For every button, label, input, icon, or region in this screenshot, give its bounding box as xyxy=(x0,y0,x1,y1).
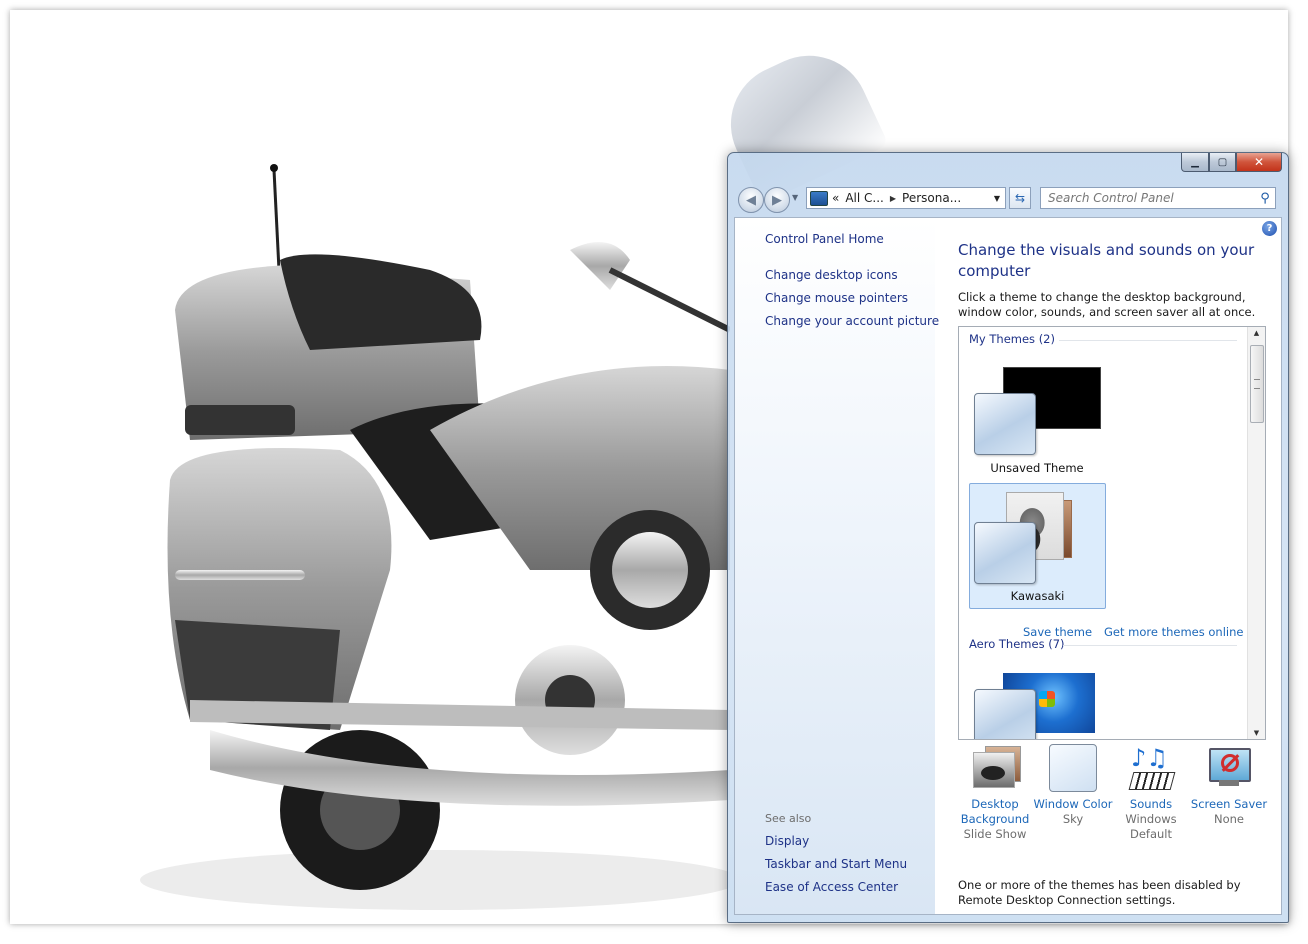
address-prefix: « xyxy=(832,191,840,205)
task-pane: Control Panel Home Change desktop icons … xyxy=(735,218,939,914)
window-color-icon xyxy=(1049,744,1097,792)
close-icon: ✕ xyxy=(1253,155,1265,169)
desktop-background-tile[interactable]: Desktop Background Slide Show xyxy=(955,744,1035,842)
back-arrow-icon: ◀ xyxy=(746,192,756,208)
get-more-themes-link[interactable]: Get more themes online xyxy=(1104,625,1243,639)
window-color-label: Window Color xyxy=(1033,797,1113,811)
my-themes-header: My Themes (2) xyxy=(969,332,1055,346)
window-color-tile[interactable]: Window Color Sky xyxy=(1033,744,1113,827)
close-button[interactable]: ✕ xyxy=(1236,153,1282,172)
address-dropdown-button[interactable]: ▼ xyxy=(989,188,1005,208)
breadcrumb-personalization[interactable]: Persona... xyxy=(902,191,961,205)
control-panel-icon xyxy=(810,190,828,206)
back-button[interactable]: ◀ xyxy=(738,187,764,213)
breadcrumb-all-control-panel[interactable]: All C... xyxy=(845,191,884,205)
chevron-down-icon: ▼ xyxy=(993,193,1001,203)
desktop-background-icon xyxy=(971,744,1021,792)
minimize-icon: ▁ xyxy=(1191,156,1199,168)
change-account-picture-link[interactable]: Change your account picture xyxy=(765,314,939,328)
scroll-down-icon[interactable]: ▼ xyxy=(1248,729,1265,737)
sounds-icon: ♪♫ xyxy=(1127,744,1176,792)
content-area: Control Panel Home Change desktop icons … xyxy=(734,217,1282,915)
theme-unsaved[interactable]: Unsaved Theme xyxy=(969,357,1105,477)
breadcrumb-separator-icon[interactable]: ▶ xyxy=(890,194,896,203)
theme-windows-7[interactable] xyxy=(969,663,1105,739)
theme-unsaved-label: Unsaved Theme xyxy=(990,461,1084,475)
screen-saver-value: None xyxy=(1213,812,1244,826)
windows-logo-icon xyxy=(1039,691,1055,707)
scroll-up-icon[interactable]: ▲ xyxy=(1248,329,1265,337)
group-divider xyxy=(1059,340,1237,341)
theme-list[interactable]: My Themes (2) Unsaved Theme Kawasaki Sav… xyxy=(958,326,1266,740)
see-also-heading: See also xyxy=(765,812,812,825)
maximize-icon: ▢ xyxy=(1217,156,1228,168)
window-glass-preview xyxy=(974,393,1036,455)
chevron-down-icon: ▼ xyxy=(792,193,799,202)
search-placeholder: Search Control Panel xyxy=(1048,191,1174,205)
minimize-button[interactable]: ▁ xyxy=(1181,153,1209,172)
taskbar-start-menu-link[interactable]: Taskbar and Start Menu xyxy=(765,857,907,871)
refresh-button[interactable]: ⇆ xyxy=(1009,187,1031,209)
maximize-button[interactable]: ▢ xyxy=(1209,153,1236,172)
search-input[interactable]: Search Control Panel ⚲ xyxy=(1040,187,1276,209)
address-bar[interactable]: « All C... ▶ Persona... ▼ xyxy=(806,187,1006,209)
recent-pages-button[interactable]: ▼ xyxy=(792,193,798,202)
theme-kawasaki-label: Kawasaki xyxy=(1010,589,1065,603)
help-icon[interactable]: ? xyxy=(1262,221,1277,236)
personalization-window: ▁ ▢ ✕ ◀ ▶ ▼ « All C... ▶ Persona... ▼ ⇆ … xyxy=(727,152,1289,923)
motorcycle-image xyxy=(140,164,730,910)
scroll-thumb[interactable] xyxy=(1250,345,1264,423)
page-title: Change the visuals and sounds on your co… xyxy=(958,241,1255,280)
control-panel-home-link[interactable]: Control Panel Home xyxy=(765,232,884,246)
screen-saver-icon xyxy=(1205,744,1253,792)
aero-themes-header: Aero Themes (7) xyxy=(969,637,1065,651)
change-mouse-pointers-link[interactable]: Change mouse pointers xyxy=(765,291,908,305)
window-glass-preview xyxy=(974,522,1036,584)
window-glass-preview xyxy=(974,689,1036,739)
window-color-value: Sky xyxy=(1062,812,1084,826)
forward-button[interactable]: ▶ xyxy=(764,187,790,213)
screen-saver-label: Screen Saver xyxy=(1190,797,1268,811)
sounds-value: Windows Default xyxy=(1125,812,1177,841)
disabled-themes-note: One or more of the themes has been disab… xyxy=(958,878,1241,907)
sounds-label: Sounds xyxy=(1129,797,1173,811)
forward-arrow-icon: ▶ xyxy=(772,192,782,208)
search-icon[interactable]: ⚲ xyxy=(1255,191,1275,206)
caption-buttons: ▁ ▢ ✕ xyxy=(1181,153,1282,172)
sounds-tile[interactable]: ♪♫ Sounds Windows Default xyxy=(1111,744,1191,842)
desktop-background-value: Slide Show xyxy=(963,827,1027,841)
ease-of-access-link[interactable]: Ease of Access Center xyxy=(765,880,898,894)
screen-saver-tile[interactable]: Screen Saver None xyxy=(1189,744,1269,827)
refresh-icon: ⇆ xyxy=(1014,191,1026,205)
desktop-background-label: Desktop Background xyxy=(960,797,1030,826)
theme-kawasaki[interactable]: Kawasaki xyxy=(969,483,1106,609)
change-desktop-icons-link[interactable]: Change desktop icons xyxy=(765,268,898,282)
navigation-bar: ◀ ▶ ▼ « All C... ▶ Persona... ▼ ⇆ Search… xyxy=(736,185,1280,213)
group-divider xyxy=(1063,645,1237,646)
scroll-grip-icon xyxy=(1254,379,1260,389)
theme-list-scrollbar[interactable]: ▲ ▼ xyxy=(1247,327,1265,739)
page-description: Click a theme to change the desktop back… xyxy=(958,290,1256,319)
display-link[interactable]: Display xyxy=(765,834,809,848)
